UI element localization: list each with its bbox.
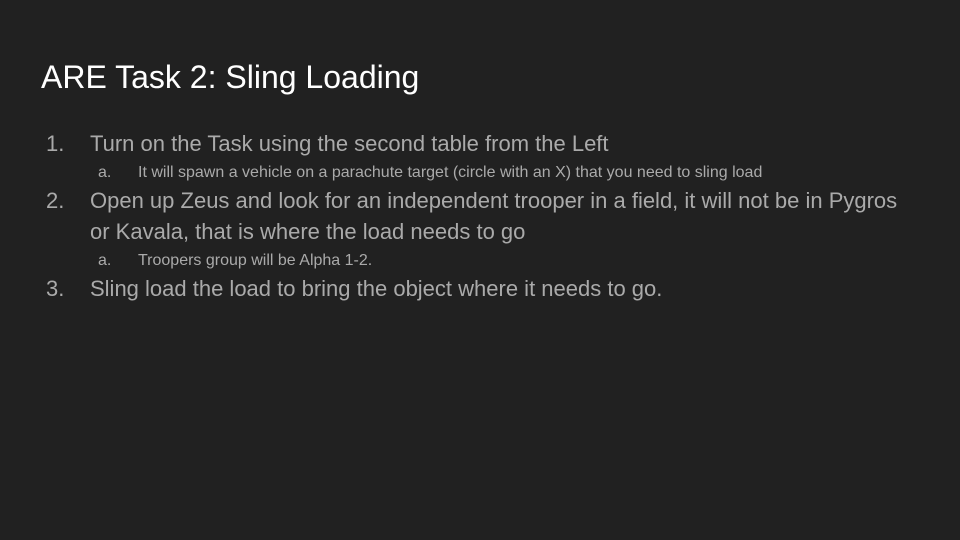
list-item-1: 1. Turn on the Task using the second tab… xyxy=(0,128,960,159)
list-marker: 2. xyxy=(46,188,65,213)
list-item-3: 3. Sling load the load to bring the obje… xyxy=(0,273,960,304)
sub-item-2a: a. Troopers group will be Alpha 1-2. xyxy=(0,248,960,273)
sub-marker: a. xyxy=(98,164,112,181)
sub-item-text: It will spawn a vehicle on a parachute t… xyxy=(138,164,763,181)
sub-marker: a. xyxy=(98,252,112,269)
list-item-text: Turn on the Task using the second table … xyxy=(90,131,609,156)
sub-item-1a: a. It will spawn a vehicle on a parachut… xyxy=(0,160,960,185)
list-marker: 3. xyxy=(46,276,65,301)
list-item-2: 2. Open up Zeus and look for an independ… xyxy=(0,185,960,247)
slide-title: ARE Task 2: Sling Loading xyxy=(41,59,420,95)
list-item-text: Sling load the load to bring the object … xyxy=(90,276,663,301)
sub-item-text: Troopers group will be Alpha 1-2. xyxy=(138,252,373,269)
slide: ARE Task 2: Sling Loading 1. Turn on the… xyxy=(0,0,960,540)
list-marker: 1. xyxy=(46,131,65,156)
instruction-list: 1. Turn on the Task using the second tab… xyxy=(0,128,960,304)
list-item-text: Open up Zeus and look for an independent… xyxy=(90,188,898,244)
